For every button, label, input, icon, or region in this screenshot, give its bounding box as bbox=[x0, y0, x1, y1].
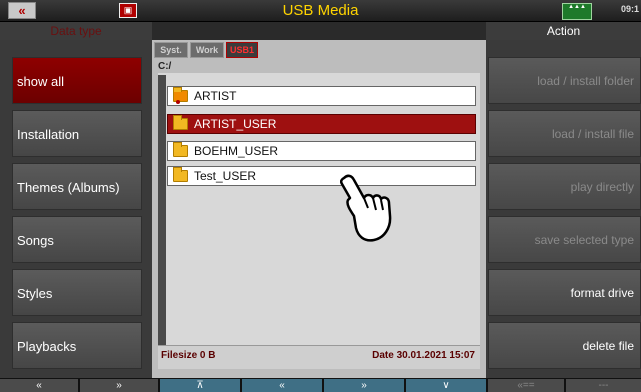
pointing-hand-icon bbox=[340, 174, 392, 242]
nav-up-button[interactable]: « bbox=[242, 379, 322, 392]
data-type-styles[interactable]: Styles bbox=[12, 269, 142, 316]
scrollbar[interactable] bbox=[158, 75, 166, 345]
file-name: ARTIST_USER bbox=[194, 117, 277, 131]
page-title: USB Media bbox=[282, 2, 359, 19]
format-drive-button[interactable]: format drive bbox=[488, 269, 641, 316]
folder-icon bbox=[173, 167, 188, 182]
file-name: ARTIST bbox=[194, 89, 237, 103]
folder-icon bbox=[173, 142, 188, 157]
list-item[interactable]: ARTIST bbox=[167, 86, 476, 106]
load-install-folder-button[interactable]: load / install folder bbox=[488, 57, 641, 104]
nav-back-button[interactable]: «== bbox=[488, 379, 564, 392]
tab-usb1[interactable]: USB1 bbox=[226, 42, 258, 58]
date-label: Date 30.01.2021 15:07 bbox=[372, 350, 475, 361]
file-name: BOEHM_USER bbox=[194, 144, 279, 158]
save-selected-type-button[interactable]: save selected type bbox=[488, 216, 641, 263]
tab-syst[interactable]: Syst. bbox=[154, 42, 188, 58]
data-type-playbacks[interactable]: Playbacks bbox=[12, 322, 142, 369]
nav-down-button[interactable]: » bbox=[324, 379, 404, 392]
status-icon: ▲▲▲ bbox=[562, 3, 592, 20]
top-bar: « ▣ USB Media ▲▲▲ 09:1 bbox=[0, 0, 641, 22]
action-list: load / install folder load / install fil… bbox=[488, 57, 641, 375]
load-install-file-button[interactable]: load / install file bbox=[488, 110, 641, 157]
list-item[interactable]: BOEHM_USER bbox=[167, 141, 476, 161]
action-heading: Action bbox=[486, 22, 641, 40]
nav-page-down-button[interactable]: » bbox=[80, 379, 158, 392]
current-path: C:/ bbox=[158, 61, 172, 72]
delete-file-button[interactable]: delete file bbox=[488, 322, 641, 369]
file-name: Test_USER bbox=[194, 169, 257, 183]
clock: 09:1 bbox=[620, 4, 639, 14]
folder-icon bbox=[173, 87, 188, 104]
play-directly-button[interactable]: play directly bbox=[488, 163, 641, 210]
filesize-label: Filesize 0 B bbox=[161, 350, 216, 361]
data-type-show-all[interactable]: show all bbox=[12, 57, 142, 104]
nav-open-button[interactable]: ∨ bbox=[406, 379, 486, 392]
data-type-installation[interactable]: Installation bbox=[12, 110, 142, 157]
nav-page-up-button[interactable]: « bbox=[0, 379, 78, 392]
data-type-list: show all Installation Themes (Albums) So… bbox=[12, 57, 142, 375]
list-item[interactable]: Test_USER bbox=[167, 166, 476, 186]
data-type-heading: Data type bbox=[0, 22, 152, 40]
nav-top-button[interactable]: ⊼ bbox=[160, 379, 240, 392]
tab-work[interactable]: Work bbox=[190, 42, 224, 58]
folder-icon bbox=[173, 115, 188, 130]
data-type-themes[interactable]: Themes (Albums) bbox=[12, 163, 142, 210]
list-item[interactable]: ARTIST_USER bbox=[167, 114, 476, 134]
nav-empty-button[interactable]: --- bbox=[566, 379, 641, 392]
data-type-songs[interactable]: Songs bbox=[12, 216, 142, 263]
